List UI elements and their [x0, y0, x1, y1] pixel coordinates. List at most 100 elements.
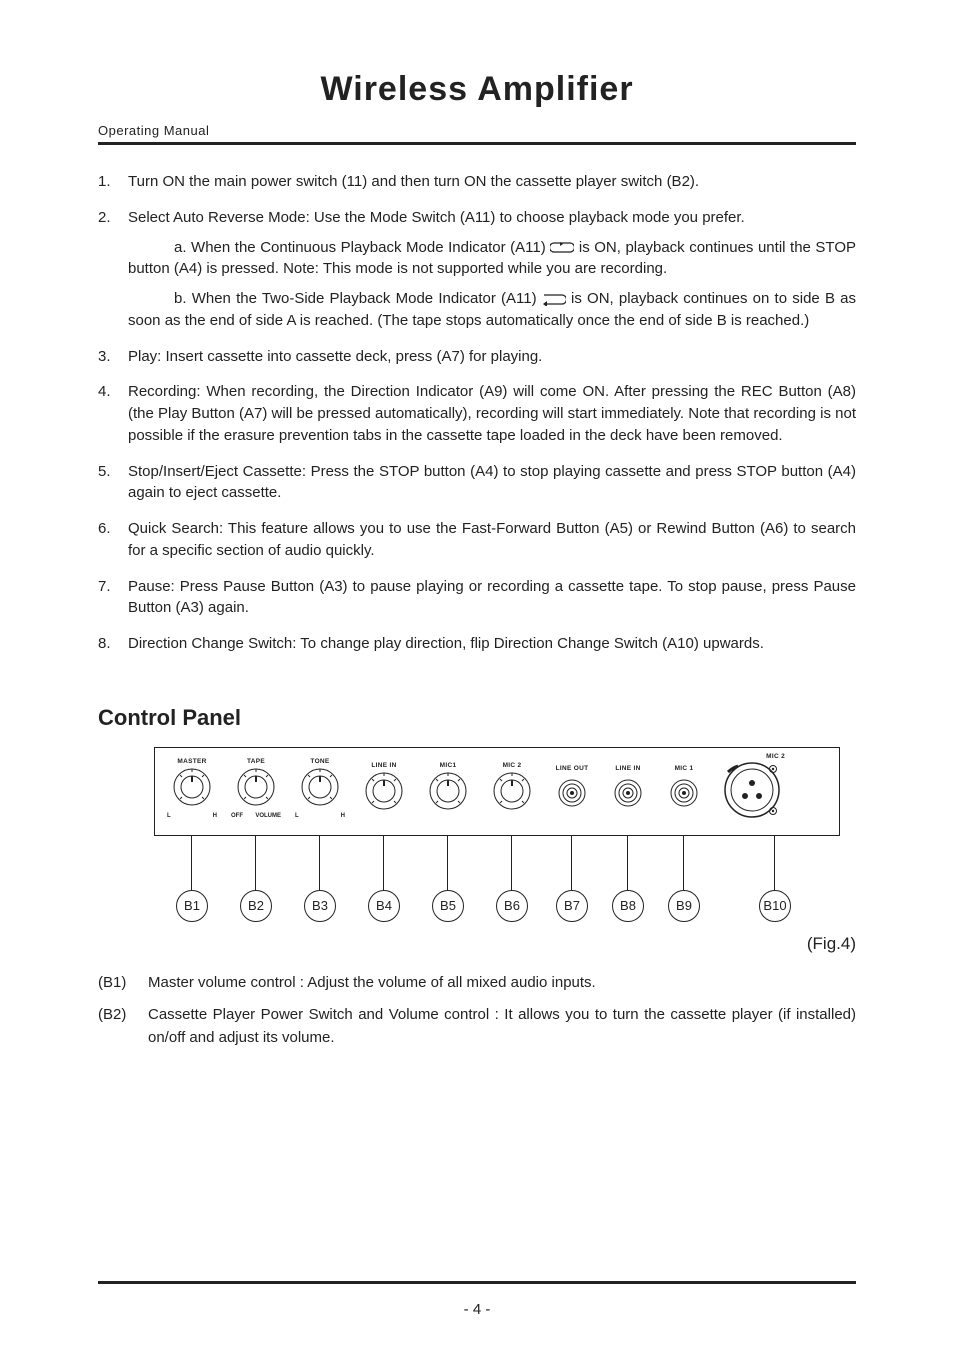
callout-b6: B6 — [496, 890, 528, 922]
jack-icon — [557, 778, 587, 808]
callout-b9: B9 — [668, 890, 700, 922]
callout-b4: B4 — [368, 890, 400, 922]
range-l: L — [295, 813, 299, 819]
list-item: 5. Stop/Insert/Eject Cassette: Press the… — [98, 461, 856, 505]
range-l: OFF — [231, 813, 243, 819]
knob-mic1: MIC1 — [417, 762, 479, 816]
range-r: H — [213, 813, 217, 819]
doc-subhead: Operating Manual — [98, 123, 856, 138]
callout-b1: B1 — [176, 890, 208, 922]
knob-label: TONE — [289, 758, 351, 765]
item-text-main: Select Auto Reverse Mode: Use the Mode S… — [128, 209, 745, 226]
continuous-loop-icon — [550, 241, 574, 254]
item-text: Select Auto Reverse Mode: Use the Mode S… — [128, 207, 856, 332]
knob-range: OFF VOLUME — [225, 813, 287, 819]
desc-tag: (B1) — [98, 972, 148, 995]
callout-line — [511, 836, 512, 890]
knob-label: TAPE — [225, 758, 287, 765]
page-number: - 4 - — [0, 1301, 954, 1318]
callout-line — [383, 836, 384, 890]
knob-icon — [364, 771, 404, 811]
item-text: Direction Change Switch: To change play … — [128, 633, 856, 655]
instruction-list: 1. Turn ON the main power switch (11) an… — [98, 171, 856, 655]
knob-label: LINE IN — [353, 762, 415, 769]
jack-label: LINE OUT — [545, 765, 599, 772]
knob-icon — [236, 767, 276, 807]
item-text: Pause: Press Pause Button (A3) to pause … — [128, 576, 856, 620]
range-r: VOLUME — [255, 813, 281, 819]
item-number: 5. — [98, 461, 128, 505]
manual-page: Wireless Amplifier Operating Manual 1. T… — [0, 0, 954, 1348]
item-text: Play: Insert cassette into cassette deck… — [128, 346, 856, 368]
jack-label: MIC 1 — [657, 765, 711, 772]
item-text: Recording: When recording, the Direction… — [128, 381, 856, 446]
range-r: H — [341, 813, 345, 819]
desc-text: Cassette Player Power Switch and Volume … — [148, 1004, 856, 1049]
section-title: Control Panel — [98, 705, 856, 731]
list-item: 7. Pause: Press Pause Button (A3) to pau… — [98, 576, 856, 620]
callout-b8: B8 — [612, 890, 644, 922]
desc-tag: (B2) — [98, 1004, 148, 1049]
knob-range: LH — [289, 813, 351, 819]
callout-line — [255, 836, 256, 890]
sub-text-pre: a. When the Continuous Playback Mode Ind… — [174, 239, 550, 256]
knob-icon — [428, 771, 468, 811]
jack-lineout: LINE OUT — [545, 765, 599, 813]
knob-mic2: MIC 2 — [481, 762, 543, 816]
list-item: 1. Turn ON the main power switch (11) an… — [98, 171, 856, 193]
jack-linein: LINE IN — [601, 765, 655, 813]
knob-tape: TAPE OFF VOLUME — [225, 758, 287, 819]
footer-rule — [98, 1281, 856, 1284]
control-panel-figure: MASTER LH TAPE OFFVOLUME TONE LH LINE IN… — [154, 747, 840, 926]
item-number: 2. — [98, 207, 128, 332]
item-text: Stop/Insert/Eject Cassette: Press the ST… — [128, 461, 856, 505]
sub-item-a: a. When the Continuous Playback Mode Ind… — [128, 237, 856, 281]
knob-range: LH — [161, 813, 223, 819]
callout-b2: B2 — [240, 890, 272, 922]
item-text: Turn ON the main power switch (11) and t… — [128, 171, 856, 193]
item-number: 7. — [98, 576, 128, 620]
jack-icon — [669, 778, 699, 808]
callout-line — [683, 836, 684, 890]
figure-caption: (Fig.4) — [98, 934, 856, 954]
knob-icon — [300, 767, 340, 807]
jack-mic1: MIC 1 — [657, 765, 711, 813]
item-number: 6. — [98, 518, 128, 562]
callout-b3: B3 — [304, 890, 336, 922]
knob-label: MIC1 — [417, 762, 479, 769]
list-item: 4. Recording: When recording, the Direct… — [98, 381, 856, 446]
sub-item-b: b. When the Two-Side Playback Mode Indic… — [128, 288, 856, 332]
callout-b7: B7 — [556, 890, 588, 922]
callout-line — [774, 836, 775, 890]
item-number: 3. — [98, 346, 128, 368]
desc-item: (B2) Cassette Player Power Switch and Vo… — [98, 1004, 856, 1049]
sub-text-pre: b. When the Two-Side Playback Mode Indic… — [174, 290, 542, 307]
knob-icon — [172, 767, 212, 807]
callout-line — [571, 836, 572, 890]
panel-outline: MASTER LH TAPE OFFVOLUME TONE LH LINE IN… — [154, 747, 840, 836]
callout-b5: B5 — [432, 890, 464, 922]
knob-master: MASTER LH — [161, 758, 223, 819]
xlr-connector-icon — [718, 760, 782, 820]
doc-title: Wireless Amplifier — [98, 70, 856, 109]
callout-line — [627, 836, 628, 890]
callout-line — [447, 836, 448, 890]
item-text: Quick Search: This feature allows you to… — [128, 518, 856, 562]
item-number: 1. — [98, 171, 128, 193]
callout-line — [319, 836, 320, 890]
list-item: 2. Select Auto Reverse Mode: Use the Mod… — [98, 207, 856, 332]
desc-text: Master volume control : Adjust the volum… — [148, 972, 856, 995]
terminal-mic2: MIC 2 — [713, 753, 787, 825]
panel-description-list: (B1) Master volume control : Adjust the … — [98, 972, 856, 1050]
knob-tone: TONE LH — [289, 758, 351, 819]
terminal-label: MIC 2 — [713, 753, 787, 760]
range-l: L — [167, 813, 171, 819]
callout-row: B1 B2 B3 B4 B5 B6 B7 B8 B9 B10 — [154, 836, 840, 926]
knob-label: MASTER — [161, 758, 223, 765]
header-rule — [98, 142, 856, 145]
desc-item: (B1) Master volume control : Adjust the … — [98, 972, 856, 995]
jack-label: LINE IN — [601, 765, 655, 772]
two-side-arrow-icon — [542, 293, 566, 306]
callout-b10: B10 — [759, 890, 791, 922]
item-number: 4. — [98, 381, 128, 446]
